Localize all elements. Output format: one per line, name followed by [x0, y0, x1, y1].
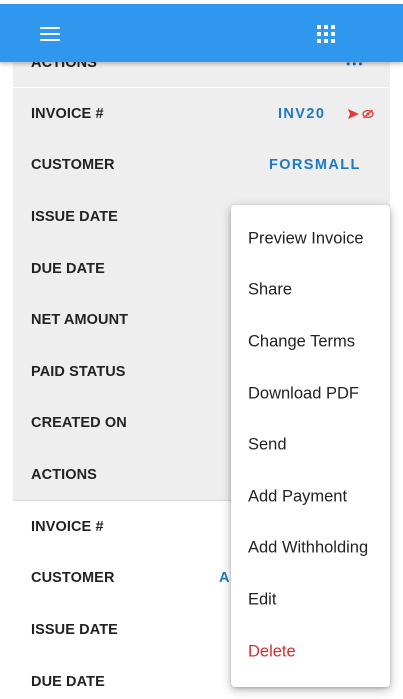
menu-item-label: Add Withholding [248, 538, 369, 557]
label-created-on: CREATED ON [31, 415, 127, 432]
menu-item-send[interactable]: Send [231, 419, 390, 471]
action-menu: Preview Invoice Share Change Terms Downl… [231, 205, 390, 687]
menu-item-label: Delete [248, 642, 296, 661]
menu-item-label: Preview Invoice [248, 229, 364, 248]
invoice-card-previous: ACTIONS ••• [13, 62, 390, 87]
label-issue-date: ISSUE DATE [31, 208, 118, 225]
menu-item-delete[interactable]: Delete [231, 626, 390, 678]
menu-item-change-terms[interactable]: Change Terms [231, 316, 390, 368]
invoice-number-link[interactable]: INV20 [278, 106, 325, 122]
customer-link[interactable]: FORSMALL [269, 157, 361, 173]
label-customer: CUSTOMER [31, 570, 115, 587]
label-invoice-number: INVOICE # [31, 518, 104, 535]
menu-item-preview-invoice[interactable]: Preview Invoice [231, 213, 390, 265]
menu-item-label: Edit [248, 590, 277, 609]
eye-off-icon[interactable] [362, 109, 374, 119]
label-invoice-number: INVOICE # [31, 105, 104, 122]
menu-item-download-pdf[interactable]: Download PDF [231, 368, 390, 420]
label-actions: ACTIONS [31, 62, 97, 71]
label-paid-status: PAID STATUS [31, 363, 126, 380]
more-actions-icon[interactable]: ••• [346, 62, 365, 71]
menu-item-edit[interactable]: Edit [231, 574, 390, 626]
label-customer: CUSTOMER [31, 157, 115, 174]
label-actions: ACTIONS [31, 466, 97, 483]
label-net-amount: NET AMOUNT [31, 312, 129, 329]
label-due-date: DUE DATE [31, 673, 105, 690]
hamburger-menu-icon[interactable] [30, 18, 70, 50]
label-due-date: DUE DATE [31, 260, 105, 277]
menu-item-share[interactable]: Share [231, 265, 390, 317]
menu-item-label: Send [248, 435, 287, 454]
apps-grid-icon[interactable] [306, 16, 346, 52]
app-bar [0, 4, 403, 62]
label-issue-date: ISSUE DATE [31, 621, 118, 638]
row-actions: ACTIONS [13, 62, 390, 89]
row-invoice-number: INVOICE # INV20 [13, 88, 390, 140]
menu-item-add-withholding[interactable]: Add Withholding [231, 523, 390, 575]
menu-item-label: Add Payment [248, 487, 348, 506]
menu-item-label: Share [248, 280, 293, 299]
send-icon[interactable] [348, 108, 359, 119]
menu-item-add-payment[interactable]: Add Payment [231, 471, 390, 523]
row-customer: CUSTOMER FORSMALL [13, 140, 390, 192]
menu-item-label: Download PDF [248, 384, 359, 403]
menu-item-label: Change Terms [248, 332, 356, 351]
customer-link[interactable]: A [219, 570, 231, 586]
